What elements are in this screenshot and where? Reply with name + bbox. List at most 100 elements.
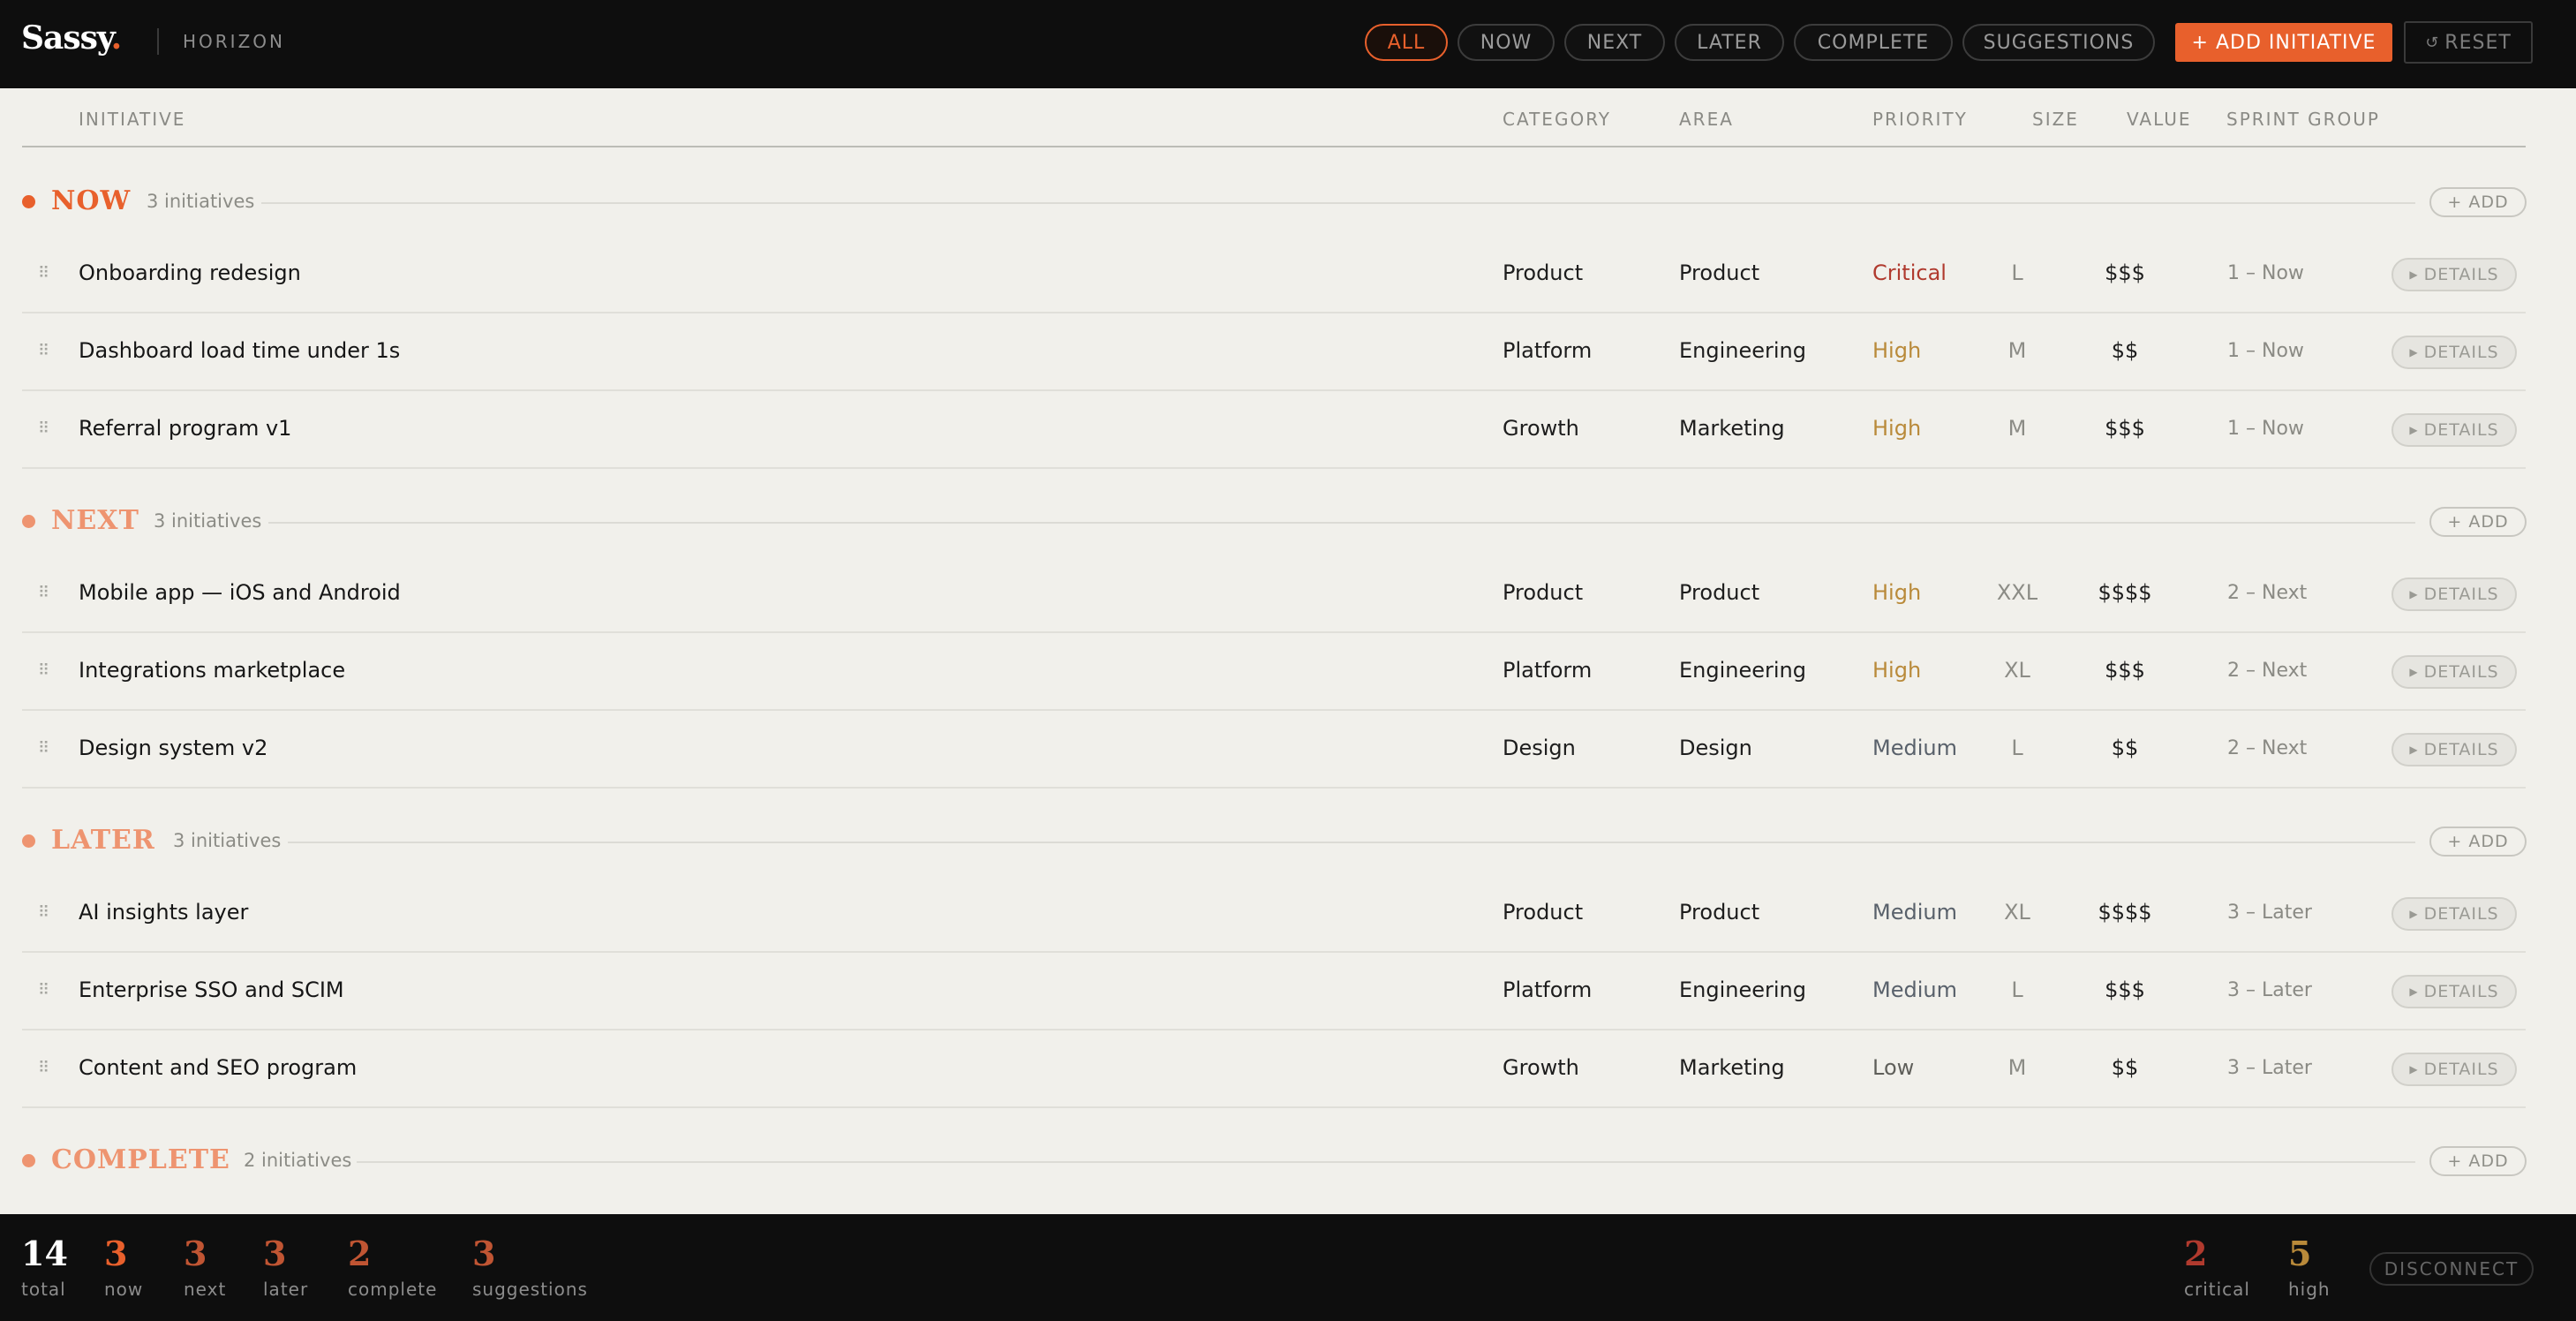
initiative-value: $$ — [2111, 338, 2139, 363]
initiative-size: L — [2011, 978, 2023, 1002]
initiative-category: Product — [1503, 900, 1584, 925]
details-button[interactable]: ▶ DETAILS — [2391, 258, 2517, 291]
initiative-area: Product — [1679, 900, 1760, 925]
drag-handle-icon[interactable]: ⠿ — [38, 234, 49, 312]
initiative-sprint-group: 2 – Next — [2227, 581, 2308, 604]
table-row[interactable]: ⠿ Onboarding redesign Product Product Cr… — [22, 234, 2526, 313]
table-row[interactable]: ⠿ Content and SEO program Growth Marketi… — [22, 1029, 2526, 1108]
drag-handle-icon[interactable]: ⠿ — [38, 951, 49, 1029]
details-button[interactable]: ▶ DETAILS — [2391, 336, 2517, 369]
initiative-size: XL — [2004, 658, 2030, 683]
section-count-next: 3 initiatives — [154, 510, 262, 532]
reset-button[interactable]: ↺ RESET — [2404, 21, 2533, 64]
initiative-size: XXL — [1996, 580, 2038, 605]
initiative-size: M — [2007, 1055, 2027, 1080]
initiative-area: Engineering — [1679, 338, 1806, 363]
initiative-area: Marketing — [1679, 416, 1785, 441]
caret-right-icon: ▶ — [2409, 744, 2419, 756]
initiative-name: Onboarding redesign — [79, 260, 301, 285]
details-button[interactable]: ▶ DETAILS — [2391, 655, 2517, 689]
section-add-button-later[interactable]: + ADD — [2429, 827, 2527, 857]
stat-number: 3 — [263, 1234, 287, 1273]
initiative-area: Design — [1679, 736, 1752, 760]
section-title-later: LATER — [51, 825, 155, 856]
initiative-area: Engineering — [1679, 658, 1806, 683]
table-row[interactable]: ⠿ Design system v2 Design Design Medium … — [22, 709, 2526, 789]
drag-handle-icon[interactable]: ⠿ — [38, 631, 49, 709]
filter-next[interactable]: NEXT — [1564, 24, 1665, 61]
details-button[interactable]: ▶ DETAILS — [2391, 1053, 2517, 1086]
initiative-sprint-group: 1 – Now — [2227, 339, 2304, 362]
initiative-priority: High — [1872, 580, 1922, 605]
reset-label: RESET — [2444, 31, 2512, 54]
table-row[interactable]: ⠿ Mobile app — iOS and Android Product P… — [22, 554, 2526, 633]
drag-handle-icon[interactable]: ⠿ — [38, 873, 49, 951]
initiative-value: $$$ — [2105, 978, 2145, 1002]
initiative-sprint-group: 1 – Now — [2227, 261, 2304, 284]
col-header-value[interactable]: VALUE — [2127, 109, 2192, 130]
filter-complete[interactable]: COMPLETE — [1794, 24, 1953, 61]
table-row[interactable]: ⠿ Enterprise SSO and SCIM Platform Engin… — [22, 951, 2526, 1030]
filter-all[interactable]: ALL — [1365, 24, 1448, 61]
section-title-now: NOW — [51, 185, 132, 216]
table-row[interactable]: ⠿ Dashboard load time under 1s Platform … — [22, 312, 2526, 391]
initiative-size: M — [2007, 416, 2027, 441]
stat-label: suggestions — [472, 1279, 588, 1300]
section-dot-complete — [22, 1154, 35, 1167]
col-header-initiative[interactable]: INITIATIVE — [79, 109, 185, 130]
drag-handle-icon[interactable]: ⠿ — [38, 389, 49, 467]
app-logo[interactable]: Sassy. — [21, 19, 122, 57]
details-button[interactable]: ▶ DETAILS — [2391, 413, 2517, 447]
col-header-priority[interactable]: PRIORITY — [1872, 109, 1968, 130]
initiative-value: $$$ — [2105, 658, 2145, 683]
initiative-priority: High — [1872, 658, 1922, 683]
initiative-size: L — [2011, 736, 2023, 760]
section-rule — [268, 522, 2415, 524]
stat-label: critical — [2184, 1279, 2250, 1300]
table-row[interactable]: ⠿ AI insights layer Product Product Medi… — [22, 873, 2526, 953]
col-header-area[interactable]: AREA — [1679, 109, 1734, 130]
stat-later: 3 later — [263, 1234, 308, 1301]
col-header-sprint-group[interactable]: SPRINT GROUP — [2226, 109, 2380, 130]
drag-handle-icon[interactable]: ⠿ — [38, 1029, 49, 1106]
details-button[interactable]: ▶ DETAILS — [2391, 897, 2517, 931]
stat-total: 14 total — [21, 1234, 68, 1301]
stat-label: total — [21, 1279, 66, 1300]
initiative-name: Mobile app — iOS and Android — [79, 580, 401, 605]
initiative-name: Content and SEO program — [79, 1055, 358, 1080]
section-add-button-now[interactable]: + ADD — [2429, 187, 2527, 217]
details-button[interactable]: ▶ DETAILS — [2391, 975, 2517, 1008]
initiative-name: Dashboard load time under 1s — [79, 338, 401, 363]
drag-handle-icon[interactable]: ⠿ — [38, 554, 49, 631]
initiative-value: $$ — [2111, 1055, 2139, 1080]
stat-high: 5 high — [2288, 1236, 2331, 1301]
stat-complete: 2 complete — [348, 1236, 437, 1301]
top-bar: Sassy. HORIZON ALL NOW NEXT LATER COMPLE… — [0, 0, 2576, 88]
initiative-value: $$ — [2111, 736, 2139, 760]
section-add-button-next[interactable]: + ADD — [2429, 507, 2527, 537]
drag-handle-icon[interactable]: ⠿ — [38, 312, 49, 389]
filter-suggestions[interactable]: SUGGESTIONS — [1962, 24, 2155, 61]
initiative-priority: Critical — [1872, 260, 1947, 285]
initiative-sprint-group: 2 – Next — [2227, 736, 2308, 759]
details-button[interactable]: ▶ DETAILS — [2391, 577, 2517, 611]
section-count-now: 3 initiatives — [147, 191, 255, 212]
stat-number: 14 — [21, 1234, 68, 1273]
table-row[interactable]: ⠿ Integrations marketplace Platform Engi… — [22, 631, 2526, 711]
caret-right-icon: ▶ — [2409, 908, 2419, 920]
disconnect-button[interactable]: DISCONNECT — [2369, 1252, 2534, 1286]
section-add-button-complete[interactable]: + ADD — [2429, 1146, 2527, 1176]
section-title-complete: COMPLETE — [51, 1144, 230, 1175]
col-header-size[interactable]: SIZE — [2032, 109, 2079, 130]
table-row[interactable]: ⠿ Referral program v1 Growth Marketing H… — [22, 389, 2526, 469]
caret-right-icon: ▶ — [2409, 268, 2419, 281]
details-button[interactable]: ▶ DETAILS — [2391, 733, 2517, 766]
drag-handle-icon[interactable]: ⠿ — [38, 709, 49, 787]
stat-number: 3 — [104, 1234, 128, 1273]
col-header-category[interactable]: CATEGORY — [1503, 109, 1611, 130]
filter-now[interactable]: NOW — [1457, 24, 1555, 61]
add-initiative-button[interactable]: + ADD INITIATIVE — [2175, 23, 2392, 62]
initiative-category: Design — [1503, 736, 1576, 760]
filter-later[interactable]: LATER — [1675, 24, 1784, 61]
divider — [157, 28, 159, 55]
